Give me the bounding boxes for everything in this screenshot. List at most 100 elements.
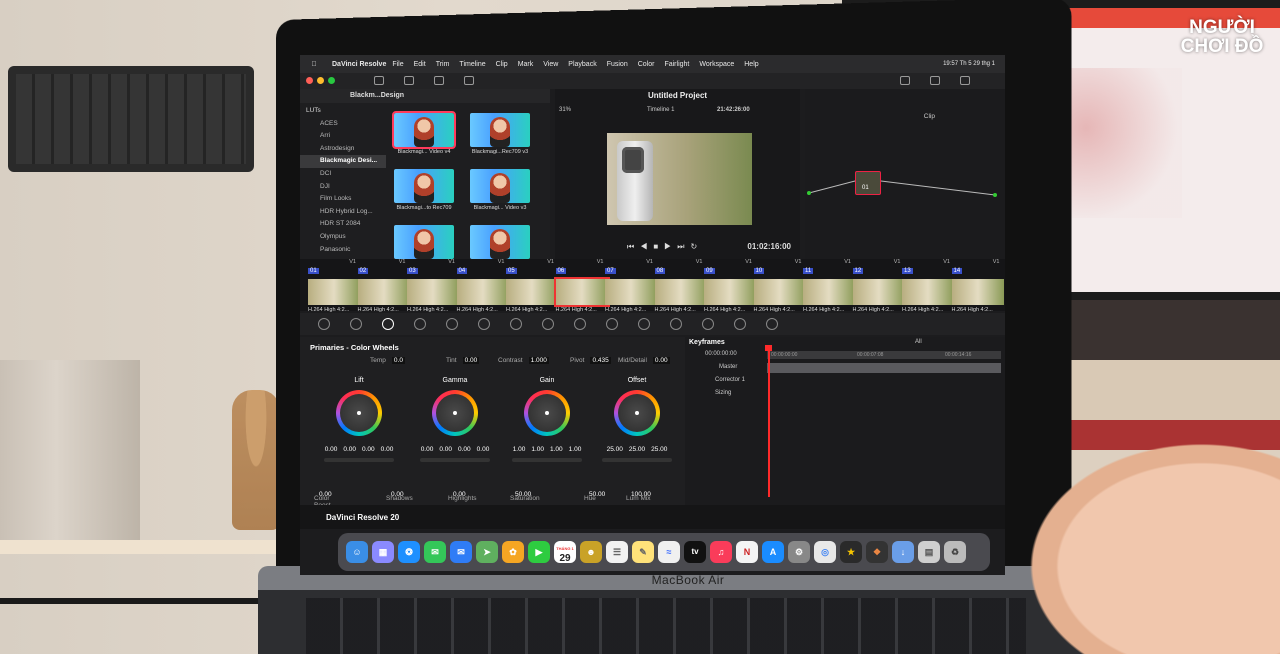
apple-icon[interactable]:  (308, 61, 320, 68)
finder-icon[interactable]: ☺ (346, 541, 368, 563)
wheel-value-r[interactable]: 1.00 (531, 446, 544, 453)
master-wheel-slider[interactable] (602, 458, 672, 462)
launchpad-icon[interactable]: ▦ (372, 541, 394, 563)
wheel-value-r[interactable]: 0.00 (439, 446, 452, 453)
news-icon[interactable]: N (736, 541, 758, 563)
wheel-value-y[interactable]: 1.00 (513, 446, 526, 453)
reminders-icon[interactable]: ☰ (606, 541, 628, 563)
timeline-clip[interactable]: 12 V1 H.264 High 4:2... (852, 259, 905, 313)
sizing-icon[interactable] (766, 318, 778, 330)
curves-icon[interactable] (510, 318, 522, 330)
lut-thumbnail[interactable]: Blackmagi... Video v3 (470, 169, 530, 211)
timeline-clip[interactable]: 02 V1 H.264 High 4:2... (357, 259, 410, 313)
apple-tv-icon[interactable]: tv (684, 541, 706, 563)
contrast-param[interactable]: Contrast 1.000 (498, 357, 549, 364)
contacts-icon[interactable]: ☻ (580, 541, 602, 563)
timeline-clip[interactable]: 03 V1 H.264 High 4:2... (407, 259, 459, 313)
wheel-value-b[interactable]: 0.00 (381, 446, 394, 453)
lift-wheel[interactable]: Lift 0.00 0.00 0.00 0.00 (314, 377, 404, 487)
keyframe-track-corrector[interactable]: Corrector 1 (715, 377, 745, 383)
gamma-wheel[interactable]: Gamma 0.00 0.00 0.00 0.00 (410, 377, 500, 487)
viewer-zoom[interactable]: 31% (559, 107, 571, 113)
motion-effects-icon[interactable] (478, 318, 490, 330)
chrome-icon[interactable]: ◎ (814, 541, 836, 563)
menu-fusion[interactable]: Fusion (607, 61, 628, 68)
trash-icon[interactable]: ♻ (944, 541, 966, 563)
lut-folder-item[interactable]: DCI (300, 168, 386, 181)
master-wheel-slider[interactable] (324, 458, 394, 462)
lut-folder-item[interactable]: DJI (300, 181, 386, 194)
keyframes-filter[interactable]: All (915, 339, 922, 345)
lut-folder-item[interactable]: LUTs (300, 105, 386, 118)
window-icon[interactable] (606, 318, 618, 330)
effects-icon[interactable] (930, 76, 940, 85)
playback-buttons[interactable]: ⏮◀■▶⏭↻ (627, 242, 703, 252)
timeline-clip[interactable]: 04 V1 H.264 High 4:2... (456, 259, 509, 313)
notes-icon[interactable]: ✎ (632, 541, 654, 563)
zoom-window-button[interactable] (328, 77, 335, 84)
lut-thumbnail[interactable]: Blackmagi...Rec709 v3 (470, 113, 530, 155)
menu-file[interactable]: File (392, 61, 403, 68)
color-wheel-ring[interactable] (432, 390, 478, 436)
gain-wheel[interactable]: Gain 1.00 1.00 1.00 1.00 (502, 377, 592, 487)
timeline-clip[interactable]: 13 V1 H.264 High 4:2... (902, 259, 954, 313)
magic-mask-icon[interactable] (670, 318, 682, 330)
lut-folder-item[interactable]: Astrodesign (300, 143, 386, 156)
color-wheels-icon[interactable] (382, 318, 394, 330)
tracker-icon[interactable] (638, 318, 650, 330)
timeline-name[interactable]: Timeline 1 (647, 107, 674, 113)
app-store-icon[interactable]: A (762, 541, 784, 563)
tint-param[interactable]: Tint 0.00 (446, 357, 480, 364)
temp-param[interactable]: Temp 0.0 (370, 357, 405, 364)
hue-param[interactable]: Hue 50.00 (584, 491, 605, 502)
lut-folder-item[interactable]: Olympus (300, 231, 386, 244)
wheel-value-g[interactable]: 0.00 (458, 446, 471, 453)
menu-fairlight[interactable]: Fairlight (664, 61, 689, 68)
wheel-value-g[interactable]: 1.00 (550, 446, 563, 453)
system-settings-icon[interactable]: ⚙ (788, 541, 810, 563)
camera-raw-icon[interactable] (318, 318, 330, 330)
menu-playback[interactable]: Playback (568, 61, 596, 68)
middetail-param[interactable]: Mid/Detail 0.00 (618, 357, 670, 364)
music-icon[interactable]: ♫ (710, 541, 732, 563)
lut-folder-item[interactable]: Panasonic (300, 244, 386, 257)
mail-icon[interactable]: ✉ (450, 541, 472, 563)
maps-icon[interactable]: ➤ (476, 541, 498, 563)
shadows-param[interactable]: Shadows 0.00 (386, 491, 413, 502)
temp-value[interactable]: 0.0 (391, 357, 405, 364)
menu-app-name[interactable]: DaVinci Resolve (332, 61, 386, 68)
davinci-resolve-icon[interactable]: ❖ (866, 541, 888, 563)
menu-bar-clock[interactable]: 19:57 Th 5 29 thg 1 (943, 61, 995, 67)
highlights-param[interactable]: Highlights 0.00 (448, 491, 477, 502)
final-cut-pro-icon[interactable]: ★ (840, 541, 862, 563)
wheel-value-r[interactable]: 0.00 (343, 446, 356, 453)
keyframe-track-sizing[interactable]: Sizing (715, 390, 731, 396)
contrast-value[interactable]: 1.000 (528, 357, 549, 364)
menu-help[interactable]: Help (744, 61, 758, 68)
lut-folder-item[interactable]: HDR ST 2084 (300, 218, 386, 231)
documents-stack-icon[interactable]: ▤ (918, 541, 940, 563)
facetime-icon[interactable]: ▶ (528, 541, 550, 563)
lut-folder-item-selected[interactable]: Blackmagic Desi... (300, 155, 386, 168)
keyframe-playhead[interactable] (765, 345, 771, 497)
close-window-button[interactable] (306, 77, 313, 84)
lut-browser-icon[interactable] (404, 76, 414, 85)
color-wheel-ring[interactable] (524, 390, 570, 436)
wheel-value-g[interactable]: 0.00 (362, 446, 375, 453)
media-pool-icon[interactable] (374, 76, 384, 85)
lut-thumbnail[interactable]: Blackmagi... Video v4 (392, 111, 456, 155)
timeline-clip[interactable]: 01 V1 H.264 High 4:2... (308, 259, 360, 313)
lightbox-icon[interactable] (960, 76, 970, 85)
lut-folder-item[interactable]: ACES (300, 118, 386, 131)
wheel-value-y[interactable]: 0.00 (421, 446, 434, 453)
nodes-icon[interactable] (900, 76, 910, 85)
gallery-icon[interactable] (464, 76, 474, 85)
menu-view[interactable]: View (543, 61, 558, 68)
master-wheel-slider[interactable] (512, 458, 582, 462)
blur-icon[interactable] (702, 318, 714, 330)
lut-folder-item[interactable]: Arri (300, 130, 386, 143)
pivot-param[interactable]: Pivot 0.435 (570, 357, 611, 364)
lum-mix-param[interactable]: Lum Mix 100.00 (626, 491, 651, 502)
middetail-value[interactable]: 0.00 (652, 357, 670, 364)
calendar-icon[interactable]: THÁNG 1 29 (554, 541, 576, 564)
